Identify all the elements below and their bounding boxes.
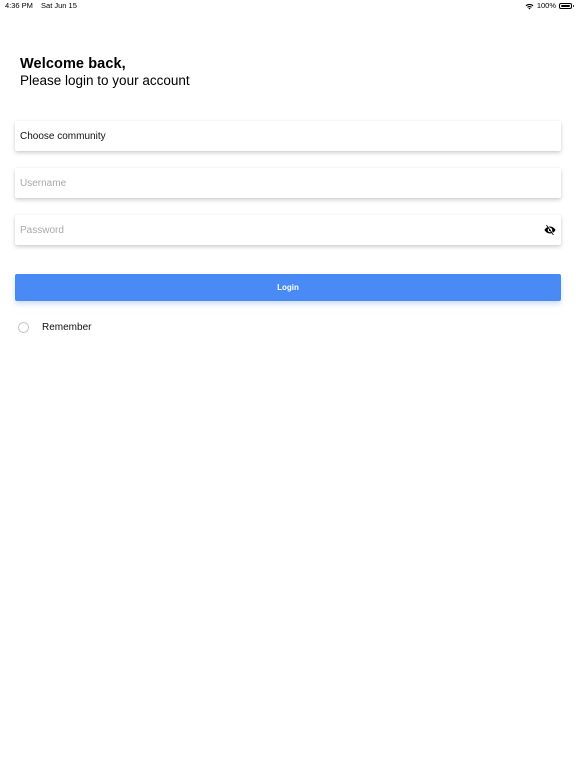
- battery-percentage: 100%: [536, 1, 556, 10]
- login-button-label: Login: [277, 283, 299, 292]
- eye-slash-icon[interactable]: [544, 224, 556, 236]
- status-time: 4:36 PM: [5, 1, 33, 10]
- page-subtitle: Please login to your account: [20, 73, 190, 88]
- status-right: 100%: [525, 0, 574, 12]
- login-screen: 4:36 PM Sat Jun 15 100% Welcome back, Pl…: [0, 0, 576, 768]
- status-date: Sat Jun 15: [41, 1, 77, 10]
- remember-label: Remember: [42, 322, 92, 333]
- community-select-value: Choose community: [20, 130, 106, 142]
- password-field[interactable]: Password: [15, 215, 561, 245]
- page-title: Welcome back,: [20, 56, 126, 72]
- username-placeholder: Username: [20, 177, 67, 189]
- password-placeholder: Password: [20, 224, 64, 236]
- wifi-icon: [525, 3, 534, 9]
- remember-option[interactable]: Remember: [18, 322, 91, 333]
- battery-fill: [561, 5, 570, 7]
- battery-icon: [559, 3, 574, 9]
- radio-unchecked-icon[interactable]: [18, 322, 29, 333]
- status-left: 4:36 PM Sat Jun 15: [5, 0, 83, 12]
- username-field[interactable]: Username: [15, 168, 561, 198]
- status-bar: 4:36 PM Sat Jun 15 100%: [0, 0, 576, 12]
- login-button[interactable]: Login: [15, 274, 561, 301]
- community-select[interactable]: Choose community: [15, 121, 561, 151]
